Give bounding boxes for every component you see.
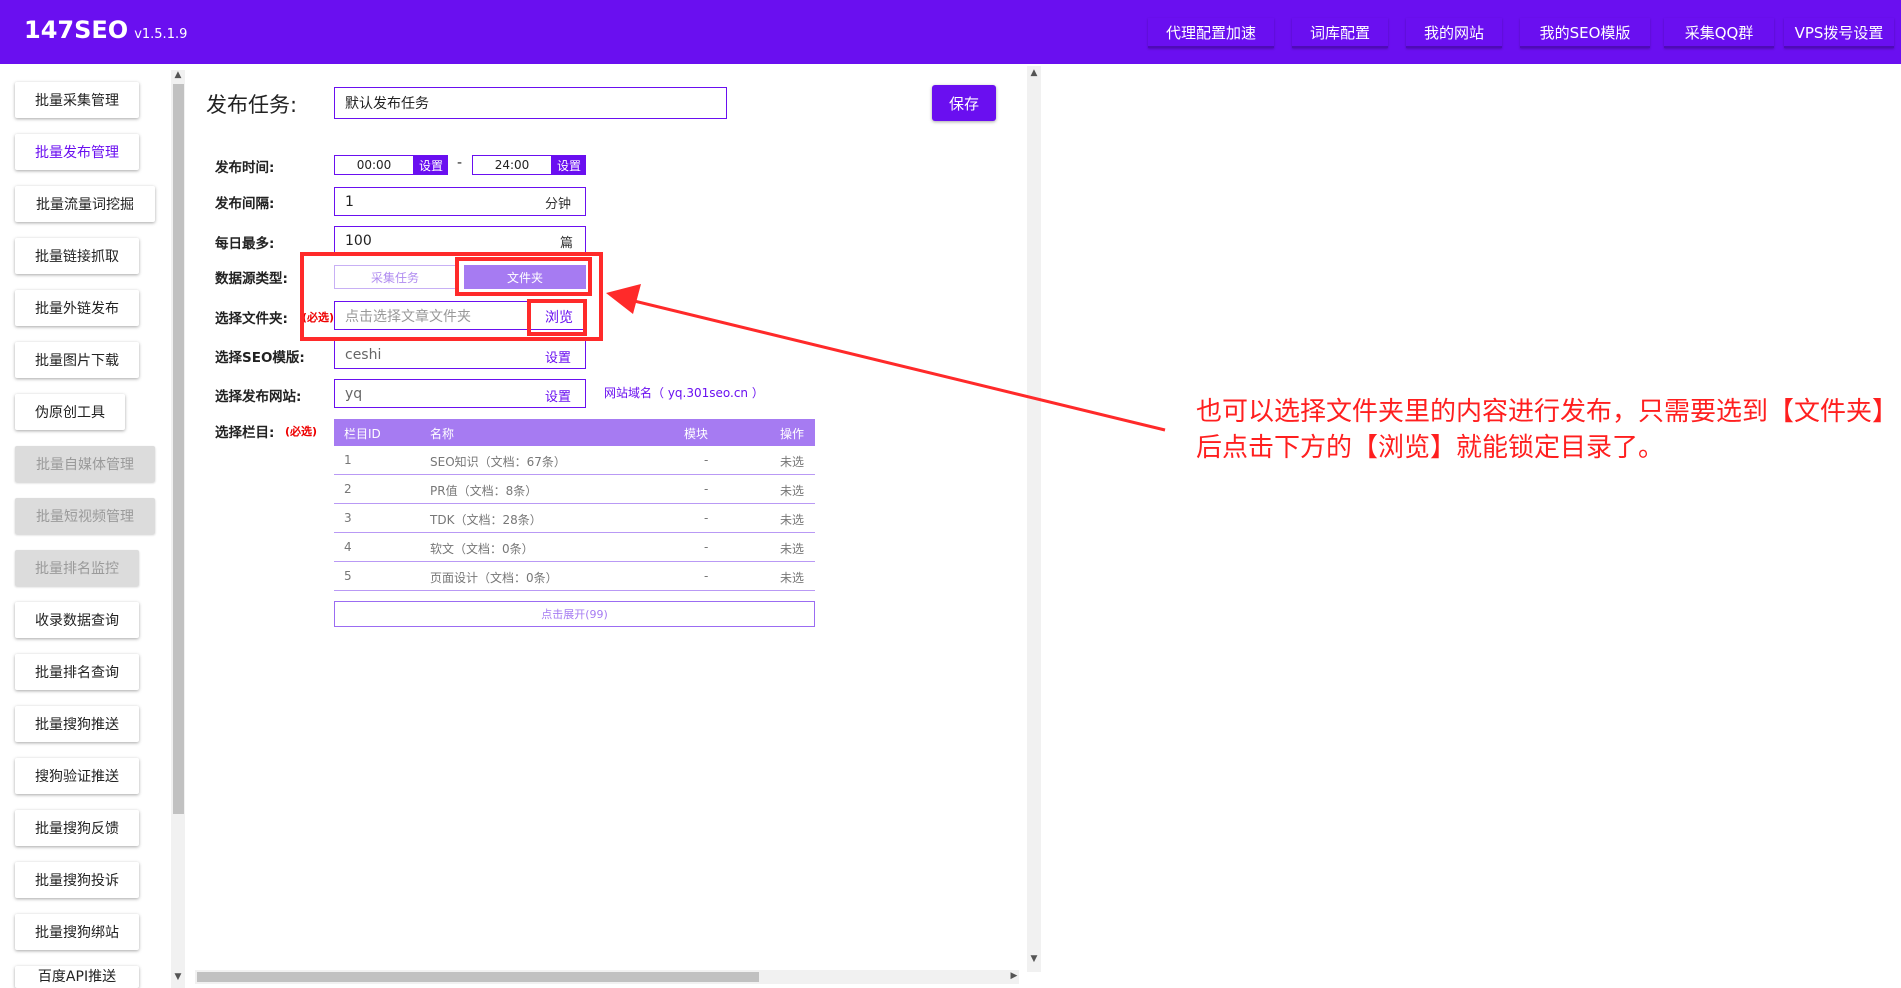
annotation-text: 也可以选择文件夹里的内容进行发布，只需要选到【文件夹】后点击下方的【浏览】就能锁… xyxy=(1196,397,1886,463)
annotation-arrow-icon xyxy=(606,284,1166,432)
